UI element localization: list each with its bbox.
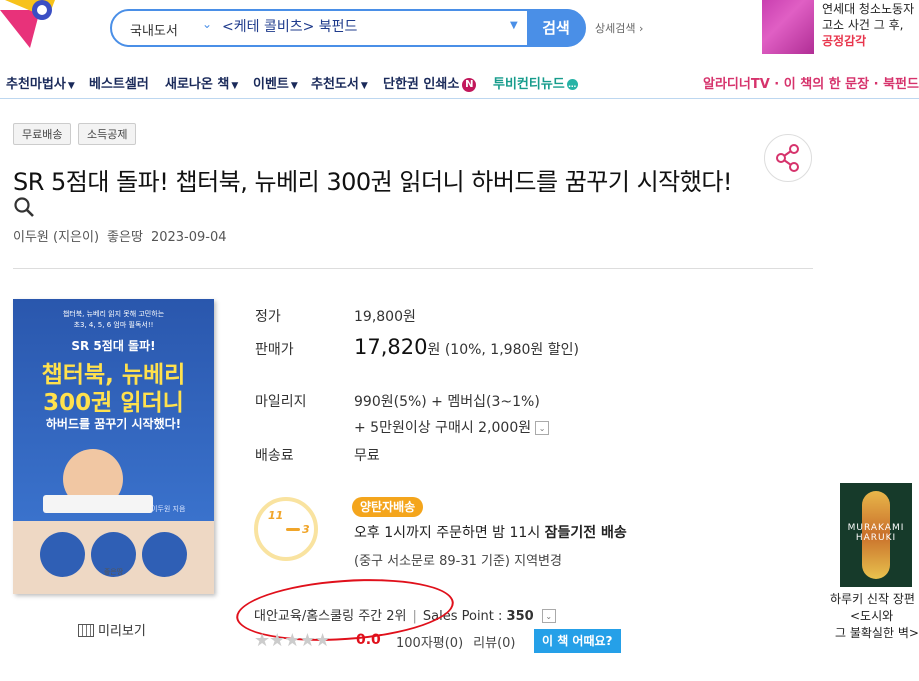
- cover-desk-illustration: [43, 495, 153, 513]
- promo-book-thumbnail[interactable]: [762, 0, 814, 54]
- new-badge: N: [462, 78, 477, 92]
- tag-tax-deduction: 소득공제: [78, 123, 137, 145]
- nav-item-bestseller[interactable]: 베스트셀러: [89, 73, 149, 92]
- rating-score: 0.0: [356, 632, 381, 648]
- author-link[interactable]: 이두원 (지은이): [13, 230, 99, 245]
- search-icon[interactable]: [13, 196, 35, 218]
- main-nav: 추천마법사 ▼ 베스트셀러 새로나온 책 ▼ 이벤트 ▼ 추천도서 ▼ 단한권 인쇄소 N…: [0, 66, 919, 99]
- list-price-label: 정가: [255, 309, 281, 325]
- book-cover[interactable]: 챕터북, 뉴베리 읽지 못해 고민하는 초3, 4, 5, 6 엄마 필독서!!…: [13, 299, 214, 594]
- list-price-value: 19,800원: [354, 309, 416, 325]
- caret-down-icon: ▼: [67, 81, 75, 91]
- caret-down-icon: ▼: [290, 81, 298, 91]
- nav-item-single-print[interactable]: 단한권 인쇄소 N: [383, 73, 477, 92]
- cover-author: 이두원 지음: [151, 505, 186, 513]
- delivery-address[interactable]: (중구 서소문로 89-31 기준) 지역변경: [354, 550, 562, 569]
- more-badge: …: [566, 79, 578, 90]
- shipping-label: 배송료: [255, 448, 294, 464]
- sale-price-value: 17,820원 (10%, 1,980원 할인): [354, 335, 579, 359]
- promo-right-line-2[interactable]: <도시와: [850, 607, 893, 624]
- nav-item-recommended[interactable]: 추천도서 ▼: [311, 73, 368, 92]
- publisher-link[interactable]: 좋은땅: [107, 230, 143, 245]
- aladin-logo[interactable]: [0, 0, 70, 50]
- mileage-expand-icon[interactable]: ⌄: [535, 421, 550, 435]
- mileage-value-2: + 5만원이상 구매시 2,000원 ⌄: [354, 417, 550, 437]
- share-icon: [776, 144, 799, 172]
- nav-item-recommend-wizard[interactable]: 추천마법사 ▼: [6, 73, 75, 92]
- divider: [13, 268, 813, 269]
- dropdown-triangle-icon[interactable]: ▼: [510, 20, 518, 31]
- how-about-book-button[interactable]: 이 책 어때요?: [534, 629, 621, 653]
- cover-line-1: SR 5점대 돌파!: [71, 339, 156, 353]
- search-category-select[interactable]: 국내도서: [130, 20, 178, 39]
- byline: 이두원 (지은이) 좋은땅 2023-09-04: [13, 226, 235, 245]
- promo-line-3[interactable]: 공정감각: [822, 32, 866, 49]
- delivery-info: 오후 1시까지 주문하면 밤 11시 잠들기전 배송: [354, 525, 627, 541]
- search-input[interactable]: [222, 18, 502, 34]
- promo-line-2[interactable]: 고소 사건 그 후,: [822, 16, 904, 33]
- share-button[interactable]: [764, 134, 812, 182]
- page-title: SR 5점대 돌파! 챕터북, 뉴베리 300권 읽더니 하버드를 꿈꾸기 시작…: [13, 168, 733, 196]
- sale-price-label: 판매가: [255, 342, 294, 358]
- promo-line-1[interactable]: 연세대 청소노동자: [822, 0, 914, 17]
- preview-button[interactable]: 미리보기: [78, 620, 146, 639]
- mileage-value-1: 990원(5%) + 멤버십(3~1%): [354, 394, 540, 410]
- nav-item-tobecontinued[interactable]: 투비컨티뉴드…: [493, 73, 578, 92]
- nav-item-new-books[interactable]: 새로나온 책 ▼: [165, 73, 238, 92]
- short-review-link[interactable]: 100자평(0): [396, 636, 463, 651]
- review-counts: 100자평(0) 리뷰(0): [396, 632, 526, 651]
- tag-free-shipping: 무료배송: [13, 123, 72, 145]
- promo-right-cover[interactable]: MURAKAMI HARUKI: [840, 483, 912, 587]
- cover-subtitle-1: 챕터북, 뉴베리 읽지 못해 고민하는: [62, 310, 165, 318]
- cover-subtitle-2: 초3, 4, 5, 6 엄마 필독서!!: [73, 321, 154, 329]
- nav-item-events[interactable]: 이벤트 ▼: [253, 73, 298, 92]
- review-link[interactable]: 리뷰(0): [473, 636, 515, 651]
- rating-stars: ★★★★★: [254, 630, 331, 651]
- book-icon: [78, 624, 94, 637]
- promo-right-line-1[interactable]: 하루키 신작 장편: [830, 590, 915, 607]
- sales-point-expand-icon[interactable]: ⌄: [541, 609, 556, 623]
- promo-right-line-3[interactable]: 그 불확실한 벽>: [835, 624, 919, 641]
- cover-line-4: 하버드를 꿈꾸기 시작했다!: [45, 417, 182, 431]
- caret-down-icon: ▼: [360, 81, 368, 91]
- nav-right-links[interactable]: 알라디너TV · 이 책의 한 문장 · 북펀드: [703, 73, 919, 92]
- cover-line-3: 300권 읽더니: [43, 390, 184, 416]
- chevron-down-icon[interactable]: ⌄: [202, 17, 212, 31]
- search-button[interactable]: 검색: [527, 9, 585, 47]
- publish-date: 2023-09-04: [150, 230, 227, 245]
- cover-publisher: 좋은땅: [103, 568, 124, 576]
- mileage-label: 마일리지: [255, 394, 307, 410]
- search-bar: 국내도서 ⌄ ▼: [110, 9, 586, 47]
- shipping-value: 무료: [354, 448, 380, 464]
- carpet-delivery-badge: 양탄자배송: [352, 497, 424, 517]
- advanced-search-link[interactable]: 상세검색 ›: [595, 20, 643, 36]
- caret-down-icon: ▼: [231, 81, 239, 91]
- clock-icon: 11 3: [254, 497, 318, 561]
